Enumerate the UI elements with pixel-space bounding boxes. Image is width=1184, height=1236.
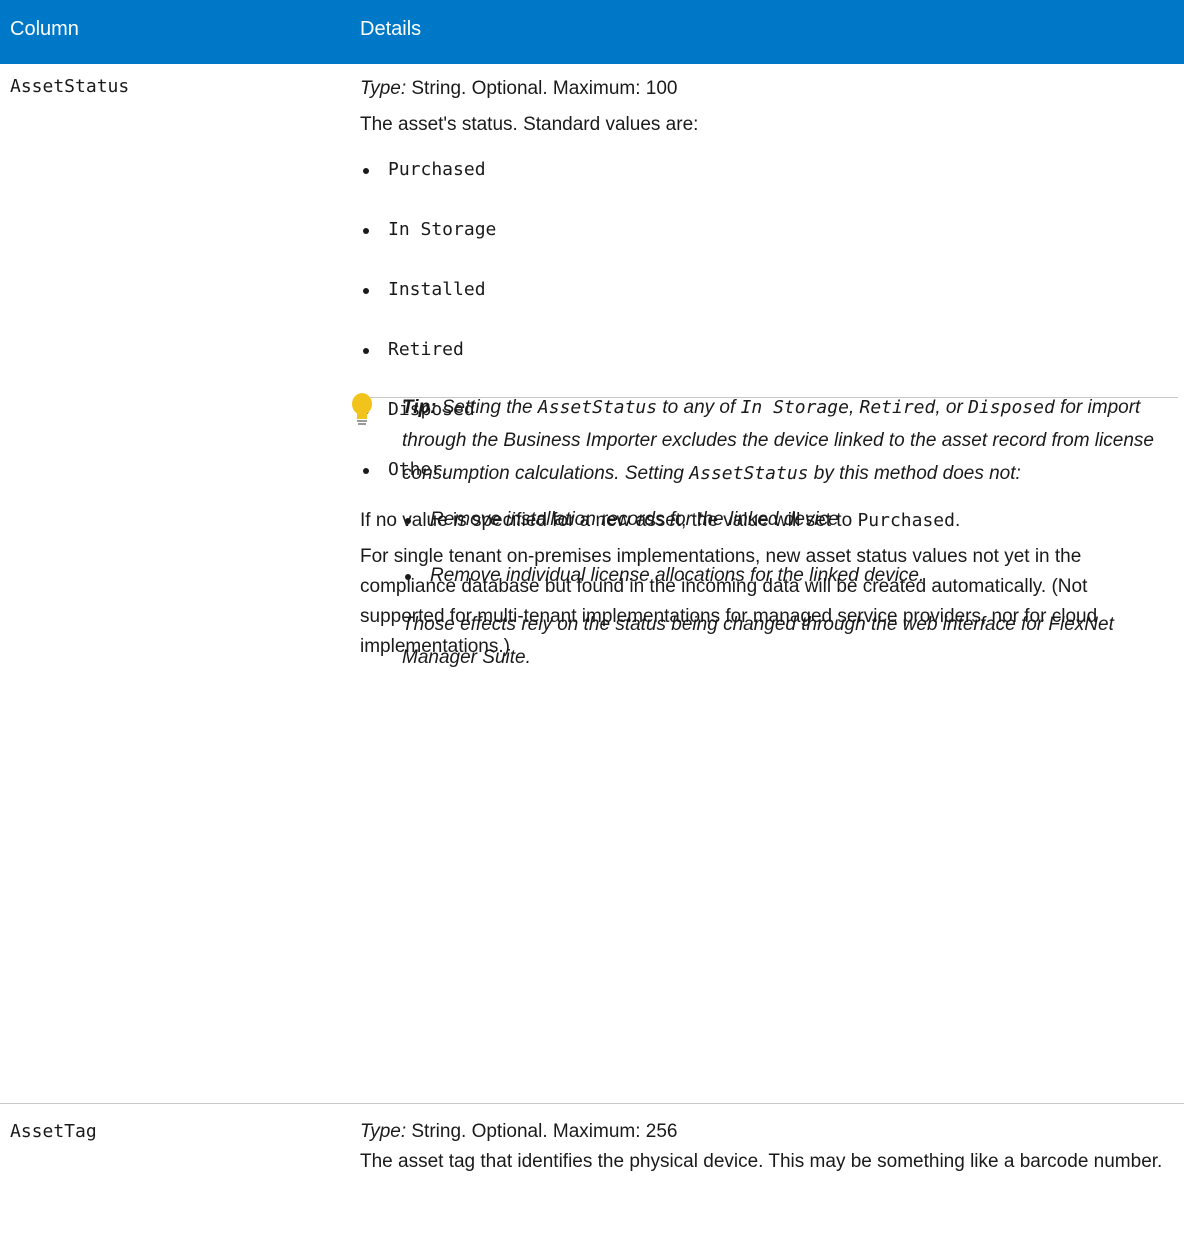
- lightbulb-icon: [352, 393, 372, 425]
- list-item: Remove installation records for the link…: [402, 492, 1162, 548]
- description-text: The asset tag that identifies the physic…: [360, 1151, 1163, 1172]
- column-name-assettag: AssetTag: [10, 1121, 97, 1142]
- list-item: In Storage: [360, 200, 1160, 260]
- column-header: Column: [10, 18, 79, 40]
- details-header: Details: [360, 18, 422, 40]
- list-item: Purchased: [360, 140, 1160, 200]
- type-line: Type: String. Optional. Maximum: 256: [360, 1121, 678, 1142]
- list-item: Retired: [360, 320, 1160, 380]
- tip-closing: Those effects rely on the status being c…: [402, 614, 1114, 668]
- table-header: Column Details: [0, 0, 1184, 64]
- tip-bullet-list: Remove installation records for the link…: [402, 492, 1162, 604]
- tip-paragraph: Tip: Setting the AssetStatus to any of I…: [402, 397, 1154, 484]
- type-line: Type: String. Optional. Maximum: 100: [360, 78, 678, 99]
- details-assettag: Type: String. Optional. Maximum: 256 The…: [360, 1117, 1162, 1177]
- intro-text: The asset's status. Standard values are:: [360, 114, 699, 135]
- tip-text: Tip: Setting the AssetStatus to any of I…: [402, 397, 1162, 674]
- list-item: Installed: [360, 260, 1160, 320]
- column-name-assetstatus: AssetStatus: [10, 76, 130, 97]
- row-divider: [0, 1103, 1184, 1104]
- list-item: Remove individual license allocations fo…: [402, 548, 1162, 604]
